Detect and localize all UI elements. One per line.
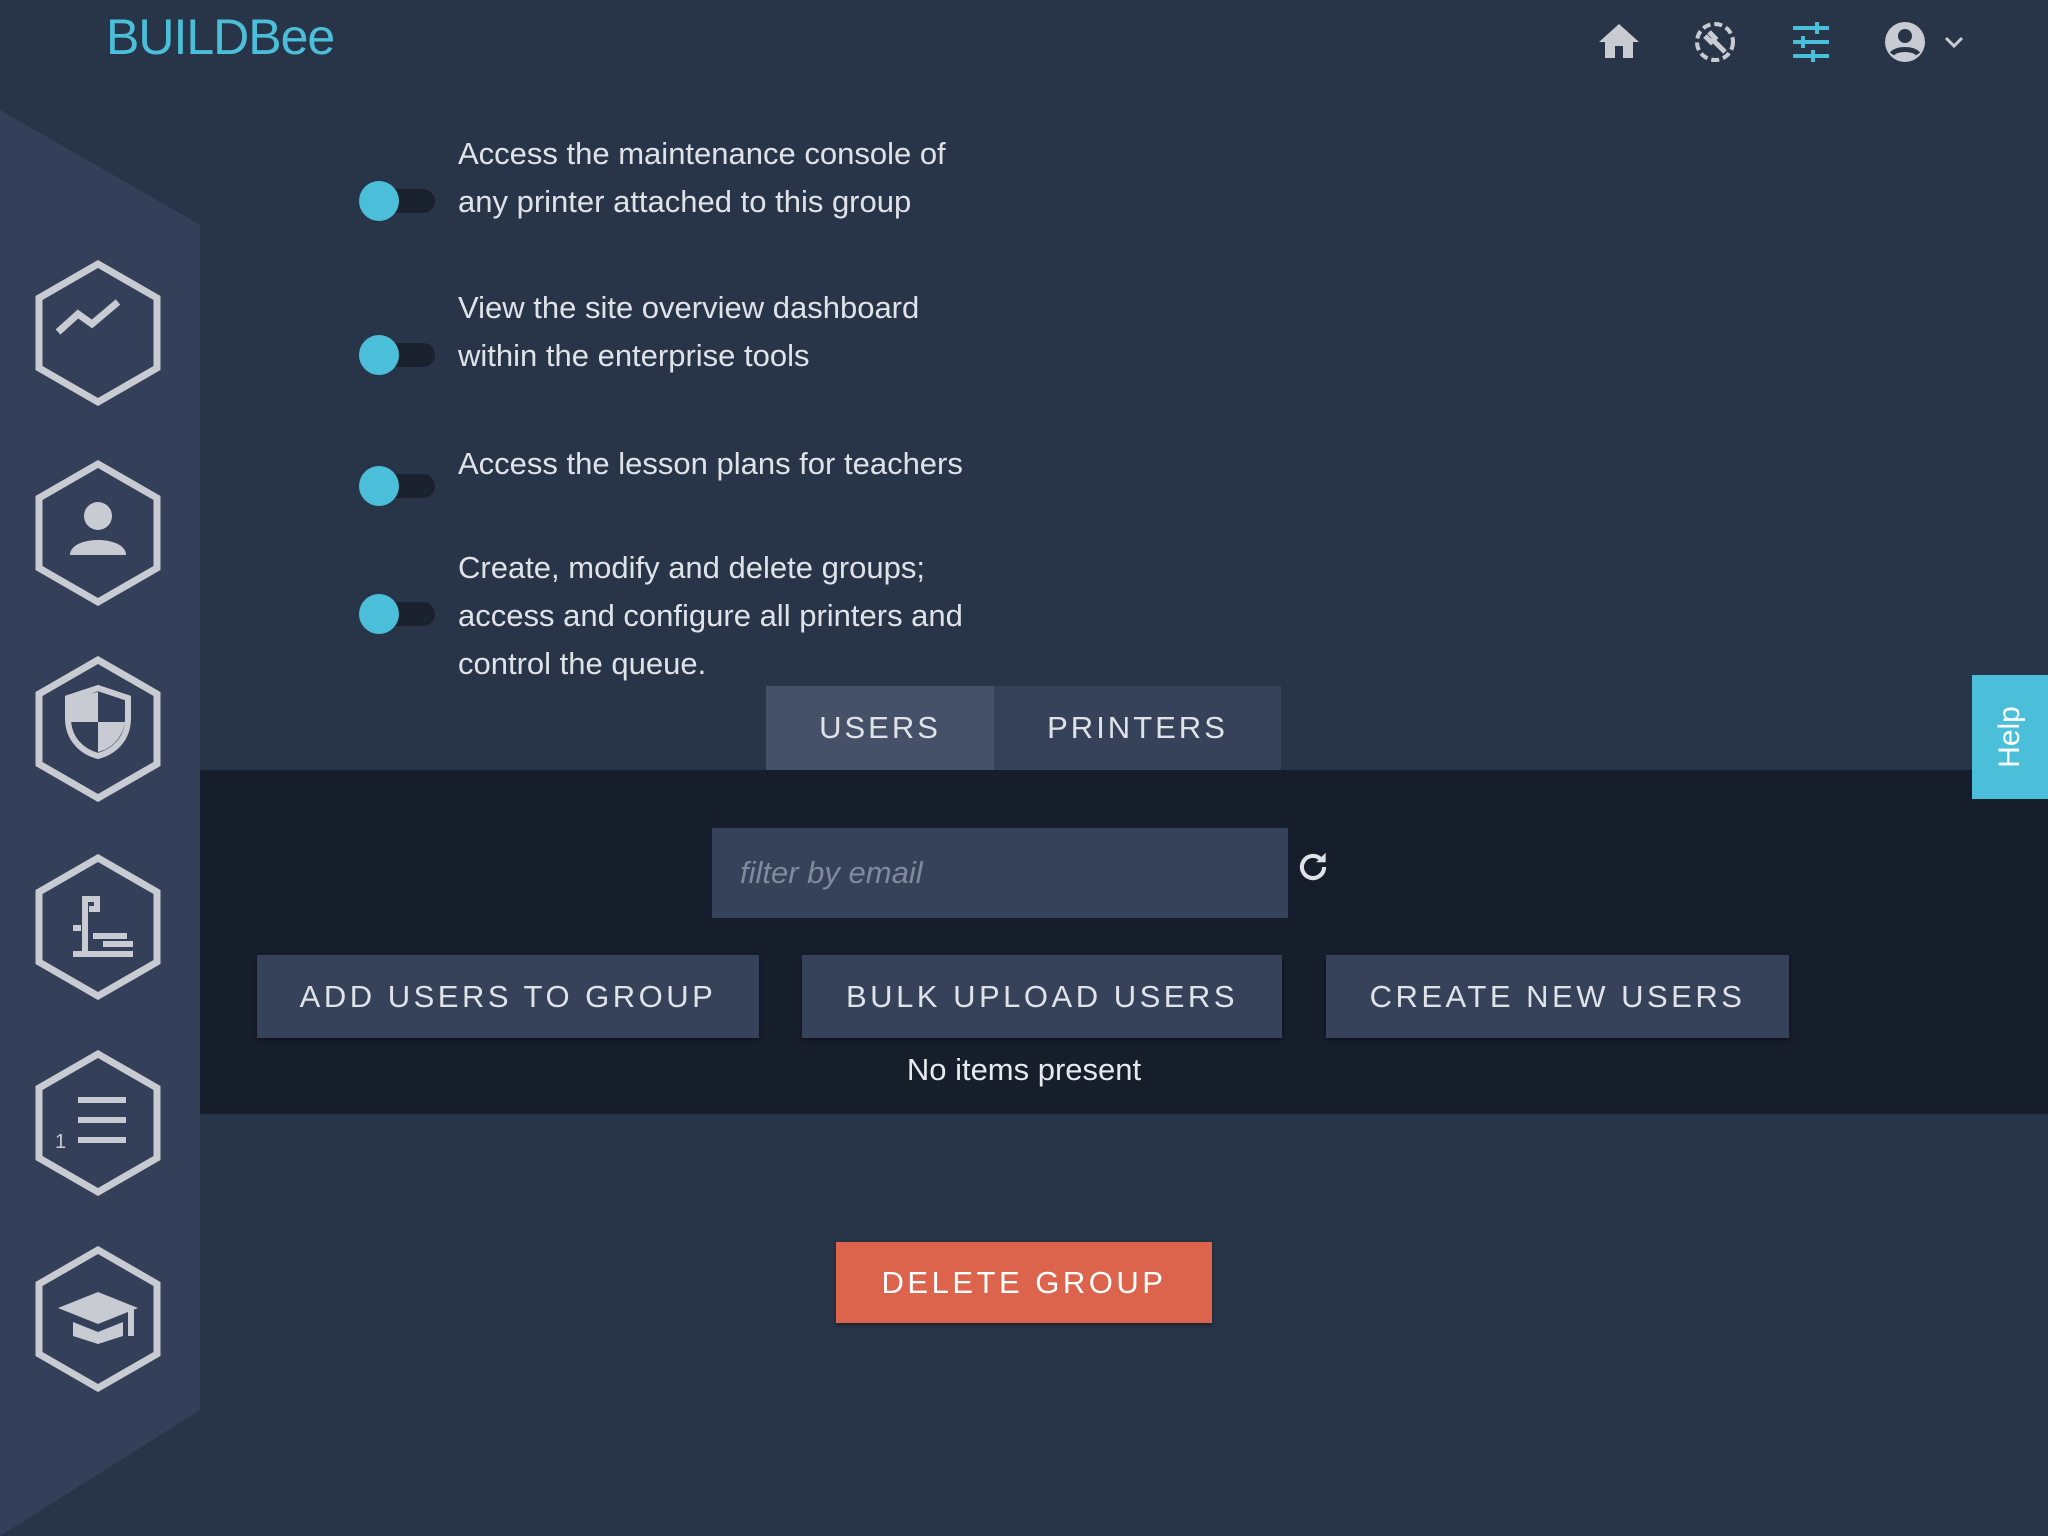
add-users-to-group-button[interactable]: ADD USERS TO GROUP xyxy=(257,955,759,1038)
permission-toggle[interactable] xyxy=(359,335,435,375)
bulk-upload-users-button[interactable]: BULK UPLOAD USERS xyxy=(802,955,1282,1038)
create-new-users-button[interactable]: CREATE NEW USERS xyxy=(1326,955,1789,1038)
permission-label: Access the maintenance console of any pr… xyxy=(458,136,946,219)
permission-toggle[interactable] xyxy=(359,181,435,221)
security-icon xyxy=(65,684,131,760)
permission-toggle[interactable] xyxy=(359,466,435,506)
permission-label: View the site overview dashboard within … xyxy=(458,290,920,373)
queue-icon: 1 xyxy=(55,1097,126,1153)
hexagon-icon xyxy=(35,260,161,406)
sidebar-item-analytics[interactable] xyxy=(33,260,163,406)
help-tab[interactable]: Help xyxy=(1972,675,2048,799)
sidebar-item-printers[interactable] xyxy=(33,854,163,1000)
chevron-down-icon[interactable] xyxy=(1940,30,1968,54)
sidebar-item-users[interactable] xyxy=(33,460,163,606)
users-icon xyxy=(70,502,126,555)
hexagon-icon xyxy=(35,854,161,1000)
hexagon-icon xyxy=(35,460,161,606)
empty-state-text: No items present xyxy=(906,1052,1142,1087)
permission-label: Create, modify and delete groups; access… xyxy=(458,550,963,681)
account-icon[interactable] xyxy=(1881,18,1929,66)
sidebar-item-education[interactable] xyxy=(33,1246,163,1392)
permission-toggle[interactable] xyxy=(359,594,435,634)
settings-sliders-icon[interactable] xyxy=(1787,18,1835,66)
permission-label: Access the lesson plans for teachers xyxy=(458,446,963,481)
analytics-icon xyxy=(55,299,121,335)
filter-by-email-input[interactable] xyxy=(712,828,1288,918)
education-icon xyxy=(58,1292,138,1344)
refresh-icon[interactable] xyxy=(1294,848,1332,886)
sidebar-item-security[interactable] xyxy=(33,656,163,802)
printers-icon xyxy=(73,896,133,957)
maintenance-icon[interactable] xyxy=(1691,18,1739,66)
svg-text:1: 1 xyxy=(55,1131,66,1153)
home-icon[interactable] xyxy=(1595,18,1643,66)
tab-users[interactable]: USERS xyxy=(766,686,994,770)
tab-printers[interactable]: PRINTERS xyxy=(994,686,1281,770)
delete-group-button[interactable]: DELETE GROUP xyxy=(836,1242,1212,1323)
